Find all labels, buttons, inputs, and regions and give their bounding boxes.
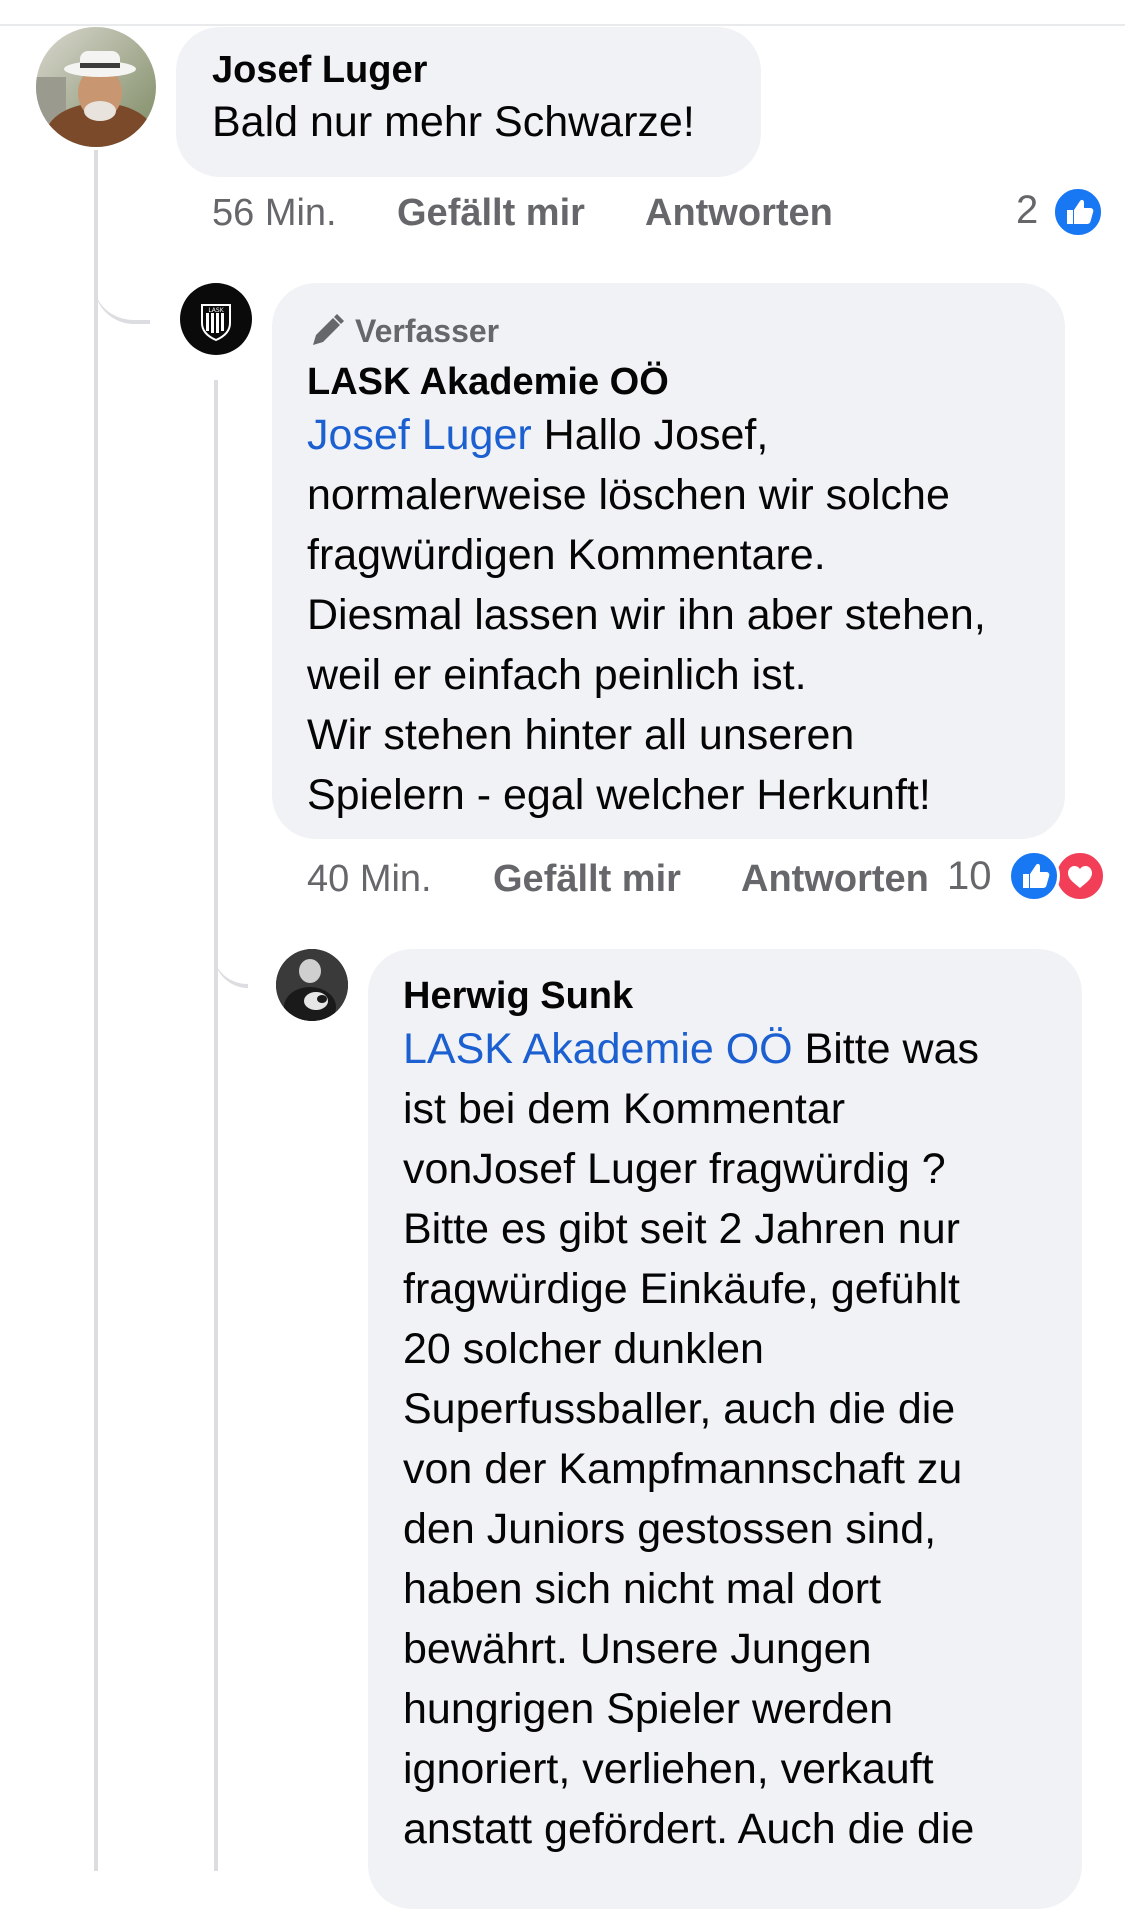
thread-line-main (94, 150, 98, 1871)
thread-line-reply (214, 380, 218, 1871)
reply-button[interactable]: Antworten (645, 192, 833, 235)
lask-logo-text: LASK (208, 307, 224, 314)
thumbs-up-icon[interactable] (1008, 850, 1060, 902)
comment-author-name[interactable]: Herwig Sunk (403, 973, 1047, 1019)
comment-actions-2: 40 Min. Gefällt mir Antworten (307, 858, 957, 904)
like-button[interactable]: Gefällt mir (397, 192, 585, 235)
comment-bubble-josef-luger: Josef Luger Bald nur mehr Schwarze! (176, 27, 761, 177)
top-divider (0, 24, 1125, 26)
comment-time[interactable]: 40 Min. (307, 858, 432, 901)
pencil-icon (307, 311, 347, 351)
heart-icon[interactable] (1054, 850, 1106, 902)
avatar-josef-luger[interactable] (36, 27, 156, 147)
mention-link[interactable]: LASK Akademie OÖ (403, 1025, 793, 1073)
comment-author-name[interactable]: Josef Luger (212, 47, 725, 93)
comment-time[interactable]: 56 Min. (212, 192, 337, 235)
reply-button[interactable]: Antworten (741, 858, 929, 901)
like-button[interactable]: Gefällt mir (493, 858, 681, 901)
mention-link[interactable]: Josef Luger (307, 411, 532, 459)
comment-actions-1: 56 Min. Gefällt mir Antworten (212, 192, 912, 238)
author-badge: Verfasser (307, 309, 1030, 353)
comment-text: Josef Luger Hallo Josef, normalerweise l… (307, 411, 986, 819)
reaction-count[interactable]: 10 (947, 854, 992, 899)
comment-text: LASK Akademie OÖ Bitte was ist bei dem K… (403, 1025, 979, 1853)
thread-curve-reply-2 (214, 900, 248, 988)
comment-bubble-lask-akademie: Verfasser LASK Akademie OÖ Josef Luger H… (272, 283, 1065, 839)
thumbs-up-icon[interactable] (1052, 186, 1104, 238)
comment-bubble-herwig-sunk: Herwig Sunk LASK Akademie OÖ Bitte was i… (368, 949, 1082, 1909)
avatar-herwig-sunk[interactable] (276, 949, 348, 1021)
avatar-lask-akademie[interactable]: LASK (180, 283, 252, 355)
comment-author-name[interactable]: LASK Akademie OÖ (307, 359, 1030, 405)
reaction-count[interactable]: 2 (1016, 188, 1038, 233)
thread-curve-reply-1 (94, 236, 150, 324)
comment-text: Bald nur mehr Schwarze! (212, 98, 695, 146)
